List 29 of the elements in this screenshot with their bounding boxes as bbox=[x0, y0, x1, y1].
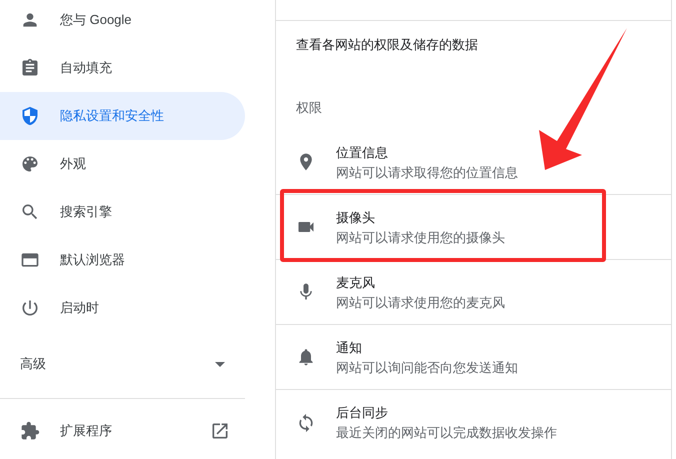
caret-icon bbox=[215, 362, 225, 366]
permission-title: 后台同步 bbox=[336, 404, 389, 421]
search-icon bbox=[20, 202, 40, 222]
sidebar-item[interactable]: 隐私设置和安全性 bbox=[0, 92, 245, 140]
permission-description: 网站可以询问能否向您发送通知 bbox=[336, 358, 518, 376]
permission-description: 网站可以请求取得您的位置信息 bbox=[336, 164, 518, 180]
permission-description: 网站可以请求使用您的摄像头 bbox=[336, 228, 505, 246]
sidebar-item[interactable]: 扩展程序 bbox=[0, 407, 245, 455]
advanced-toggle[interactable]: 高级 bbox=[0, 340, 245, 388]
external-link-icon bbox=[210, 421, 230, 441]
shield-icon bbox=[20, 106, 40, 126]
permission-description: 网站可以请求使用您的麦克风 bbox=[336, 294, 505, 310]
palette-icon bbox=[20, 154, 40, 174]
section-title: 权限 bbox=[296, 98, 322, 116]
permission-title: 通知 bbox=[336, 338, 363, 356]
permission-title: 麦克风 bbox=[336, 274, 376, 290]
power-icon bbox=[20, 298, 40, 318]
sidebar-item[interactable]: 外观 bbox=[0, 140, 245, 188]
puzzle-icon bbox=[20, 421, 40, 441]
site-settings-link[interactable]: 查看各网站的权限及储存的数据 bbox=[276, 21, 671, 68]
permission-title: 位置信息 bbox=[336, 144, 389, 160]
permission-description: 最近关闭的网站可以完成数据收发操作 bbox=[336, 424, 557, 441]
clipboard-icon bbox=[20, 58, 40, 78]
sidebar-item[interactable]: 启动时 bbox=[0, 284, 245, 332]
permission-title: 摄像头 bbox=[336, 208, 376, 226]
sidebar-item[interactable]: 您与 Google bbox=[0, 0, 245, 44]
sidebar-item[interactable]: 搜索引擎 bbox=[0, 188, 245, 236]
sidebar-item[interactable]: 默认浏览器 bbox=[0, 236, 245, 284]
sidebar-item[interactable]: 自动填充 bbox=[0, 44, 245, 92]
